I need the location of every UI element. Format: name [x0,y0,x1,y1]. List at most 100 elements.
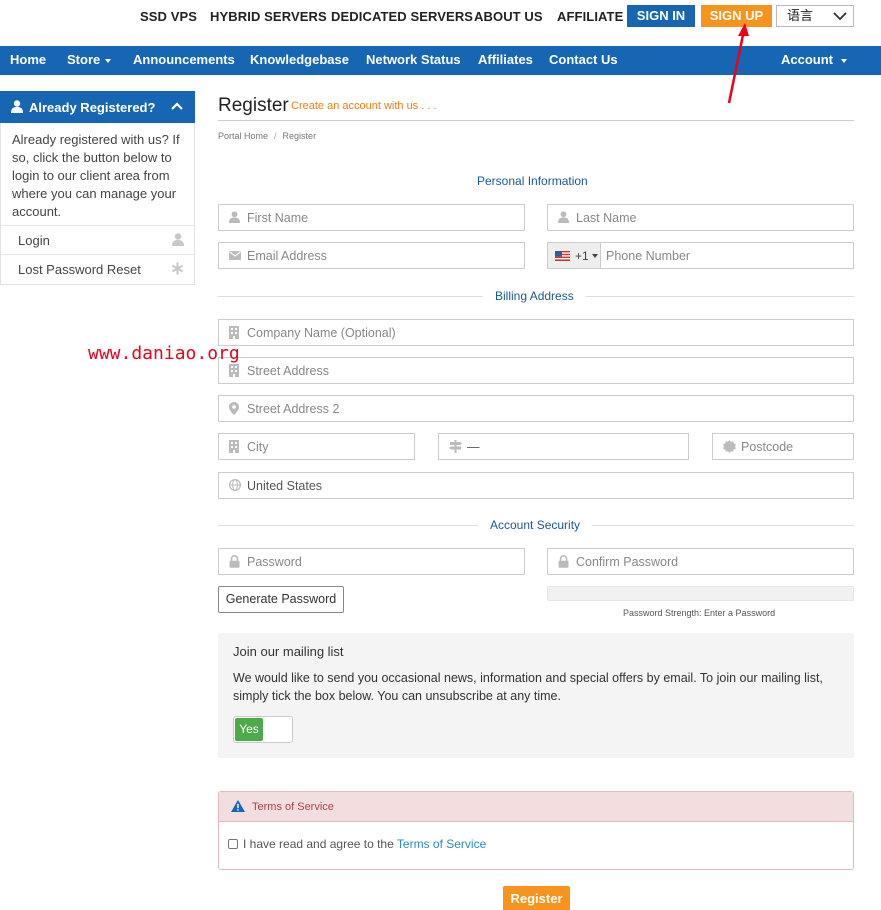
register-button[interactable]: Register [503,886,570,910]
globe-icon [229,479,241,491]
nav-account[interactable]: Account [781,46,847,75]
postcode-placeholder: Postcode [741,440,794,454]
chevron-down-icon [833,12,847,21]
breadcrumb-separator: / [274,131,277,141]
phone-field[interactable]: +1 Phone Number [547,242,854,269]
nav-contact-us[interactable]: Contact Us [549,46,618,75]
confirm-password-placeholder: Confirm Password [576,555,679,569]
nav-announcements[interactable]: Announcements [133,46,235,75]
certificate-icon [723,440,736,453]
caret-down-icon [841,58,847,63]
first-name-field[interactable]: First Name [218,204,525,231]
nav-account-label: Account [781,52,833,67]
company-name-placeholder: Company Name (Optional) [247,326,396,340]
us-flag-icon [555,251,570,261]
envelope-icon [229,251,241,260]
user-icon [11,100,23,113]
street-address-2-field[interactable]: Street Address 2 [218,395,854,422]
tos-link[interactable]: Terms of Service [397,837,486,851]
user-icon [558,211,569,223]
password-strength-bar [547,586,854,601]
language-select[interactable]: 语言 [776,5,854,27]
postcode-field[interactable]: Postcode [712,433,854,460]
mailing-list-panel: Join our mailing list We would like to s… [218,633,854,758]
country-code-select[interactable]: +1 [548,243,601,268]
sidebar-item-login[interactable]: Login [1,225,194,254]
sidebar-item-label: Login [18,233,50,248]
company-name-field[interactable]: Company Name (Optional) [218,319,854,346]
caret-down-icon [105,58,112,63]
section-billing-address: Billing Address [483,289,586,303]
email-placeholder: Email Address [247,249,327,263]
sidebar-description: Already registered with us? If so, click… [12,132,180,219]
building-icon [229,364,239,377]
user-icon [172,233,184,246]
page-title: Register [218,95,289,116]
nav-home[interactable]: Home [10,46,46,75]
password-placeholder: Password [247,555,302,569]
breadcrumb: Portal Home / Register [218,131,316,141]
building-icon [229,440,239,453]
tos-header: Terms of Service [219,792,853,822]
sidebar-item-lost-password-reset[interactable]: Lost Password Reset [1,254,194,283]
tos-checkbox[interactable] [228,839,238,849]
page-subtitle: Create an account with us . . . [291,100,437,112]
mailing-list-toggle[interactable]: Yes [233,716,293,743]
phone-placeholder: Phone Number [606,249,691,263]
language-label: 语言 [787,8,814,23]
nav-affiliates[interactable]: Affiliates [478,46,533,75]
street-address-2-placeholder: Street Address 2 [247,402,340,416]
country-select[interactable]: United States [218,472,854,499]
watermark-text: www.daniao.org [88,343,240,364]
confirm-password-field[interactable]: Confirm Password [547,548,854,575]
building-icon [229,326,239,339]
city-field[interactable]: City [218,433,415,460]
nav-store-label: Store [67,52,101,67]
top-link-dedicated-servers[interactable]: DEDICATED SERVERS [331,9,473,24]
tos-agree-text: I have read and agree to the [243,837,397,851]
last-name-placeholder: Last Name [576,211,637,225]
country-value: United States [247,479,323,493]
mailing-list-title: Join our mailing list [233,644,344,659]
password-field[interactable]: Password [218,548,525,575]
last-name-field[interactable]: Last Name [547,204,854,231]
street-address-field[interactable]: Street Address [218,357,854,384]
sidebar-panel-title: Already Registered? [29,100,156,115]
nav-network-status[interactable]: Network Status [366,46,461,75]
lock-icon [558,555,569,568]
signpost-icon [449,440,462,453]
sidebar-item-label: Lost Password Reset [18,262,141,277]
top-link-about-us[interactable]: ABOUT US [474,9,543,24]
email-field[interactable]: Email Address [218,242,525,269]
chevron-up-icon[interactable] [171,102,183,110]
top-link-hybrid-servers[interactable]: HYBRID SERVERS [210,9,327,24]
state-select[interactable]: — [438,433,689,460]
warning-icon [231,800,245,812]
map-marker-icon [229,402,239,415]
section-personal-information: Personal Information [465,174,600,188]
annotation-arrow-icon [727,23,749,104]
breadcrumb-register: Register [282,131,317,141]
nav-store[interactable]: Store [67,46,112,75]
city-placeholder: City [247,440,269,454]
top-link-affiliate[interactable]: AFFILIATE [557,9,623,24]
mailing-list-description: We would like to send you occasional new… [233,671,823,703]
terms-of-service-panel: Terms of Service I have read and agree t… [218,791,854,870]
lock-icon [229,555,240,568]
street-address-placeholder: Street Address [247,364,329,378]
section-account-security: Account Security [478,518,593,532]
asterisk-icon [171,262,184,275]
generate-password-button[interactable]: Generate Password [218,586,344,613]
phone-country-code: +1 [575,249,589,263]
title-divider [218,120,854,121]
sign-in-button[interactable]: SIGN IN [627,5,695,27]
breadcrumb-portal-home[interactable]: Portal Home [218,131,268,141]
sidebar-panel-header[interactable]: Already Registered? [0,91,195,123]
tos-title: Terms of Service [252,801,334,813]
top-link-ssd-vps[interactable]: SSD VPS [140,9,197,24]
toggle-yes-label: Yes [235,718,263,741]
nav-knowledgebase[interactable]: Knowledgebase [250,46,349,75]
first-name-placeholder: First Name [247,211,309,225]
password-strength-text: Password Strength: Enter a Password [623,608,776,618]
state-value: — [467,440,480,454]
